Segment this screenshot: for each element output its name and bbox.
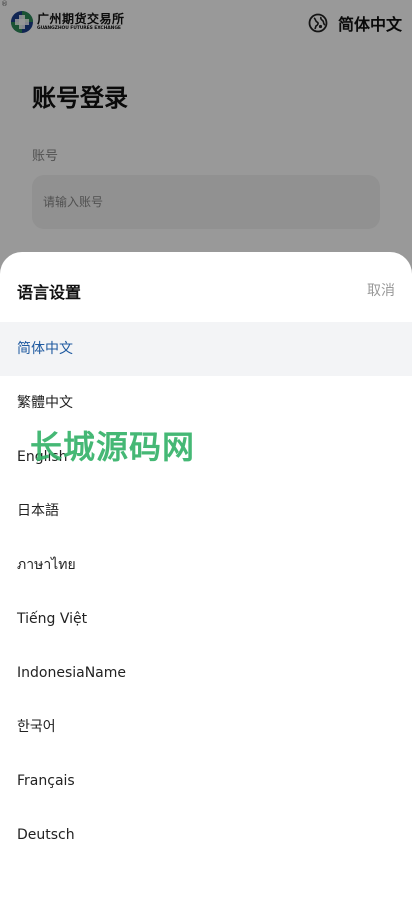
language-option[interactable]: Deutsch <box>0 808 412 862</box>
language-option[interactable]: Français <box>0 754 412 808</box>
language-option[interactable]: ภาษาไทย <box>0 538 412 592</box>
language-option[interactable]: IndonesiaName <box>0 646 412 700</box>
language-option[interactable]: English <box>0 430 412 484</box>
cancel-button[interactable]: 取消 <box>367 280 395 300</box>
language-option[interactable]: 简体中文 <box>0 322 412 376</box>
language-sheet: 语言设置 取消 简体中文 繁體中文 English 日本語 ภาษาไทย Ti… <box>0 252 412 915</box>
language-list: 简体中文 繁體中文 English 日本語 ภาษาไทย Tiếng Việt… <box>0 322 412 862</box>
sheet-title: 语言设置 <box>17 283 82 302</box>
sheet-header: 语言设置 取消 <box>0 252 412 322</box>
language-option[interactable]: 日本語 <box>0 484 412 538</box>
language-option[interactable]: 한국어 <box>0 700 412 754</box>
language-option[interactable]: 繁體中文 <box>0 376 412 430</box>
language-option[interactable]: Tiếng Việt <box>0 592 412 646</box>
